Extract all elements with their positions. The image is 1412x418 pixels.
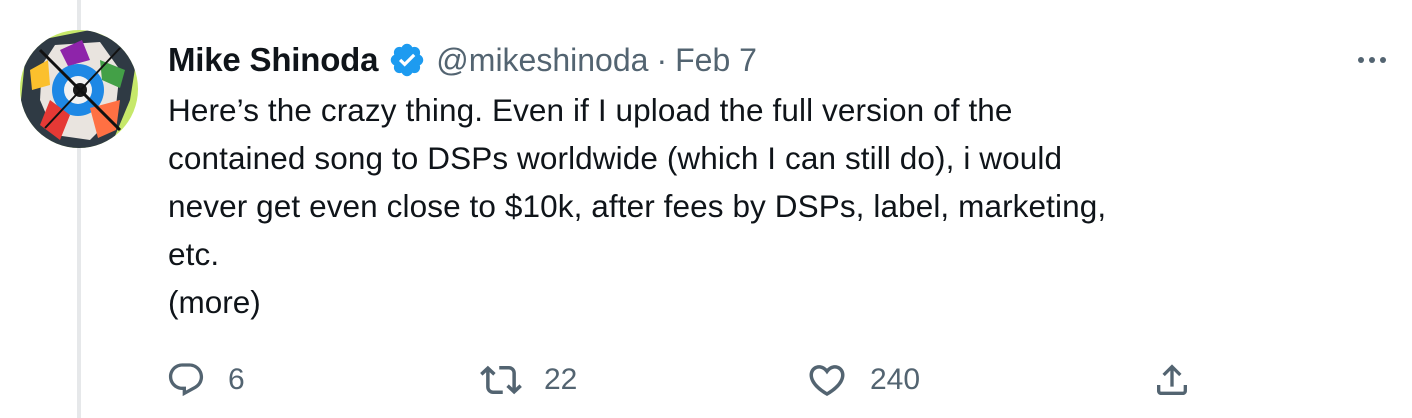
share-button[interactable] <box>1152 352 1192 408</box>
reply-count: 6 <box>228 363 245 396</box>
tweet-text-line: never get even close to $10k, after fees… <box>168 188 1107 224</box>
retweet-button[interactable]: 22 <box>480 352 577 408</box>
tweet-header: Mike Shinoda @mikeshinoda · Feb 7 <box>168 36 757 84</box>
tweet-card[interactable]: Mike Shinoda @mikeshinoda · Feb 7 Here’s… <box>0 0 1412 418</box>
tweet-text-line: Here’s the crazy thing. Even if I upload… <box>168 92 1013 128</box>
retweet-icon <box>480 359 522 401</box>
author-name[interactable]: Mike Shinoda <box>168 41 378 79</box>
tweet-text: Here’s the crazy thing. Even if I upload… <box>168 86 1368 278</box>
reply-button[interactable]: 6 <box>166 352 245 408</box>
like-button[interactable]: 240 <box>806 352 920 408</box>
tweet-text-line: contained song to DSPs worldwide (which … <box>168 140 1063 176</box>
more-options-button[interactable] <box>1350 40 1394 80</box>
tweet-text-line: etc. <box>168 236 220 272</box>
show-more-link[interactable]: (more) <box>168 278 261 326</box>
tweet-actions: 6 22 240 <box>0 352 1412 408</box>
retweet-count: 22 <box>544 363 578 396</box>
reply-icon <box>166 360 206 400</box>
separator-dot: · <box>656 41 668 78</box>
avatar[interactable] <box>20 30 138 148</box>
tweet-date[interactable]: Feb 7 <box>675 42 757 79</box>
share-icon <box>1152 360 1192 400</box>
more-options-icon <box>1358 57 1364 63</box>
heart-icon <box>806 359 848 401</box>
like-count: 240 <box>870 363 921 396</box>
author-handle[interactable]: @mikeshinoda <box>436 42 648 79</box>
verified-badge-icon <box>388 41 426 79</box>
